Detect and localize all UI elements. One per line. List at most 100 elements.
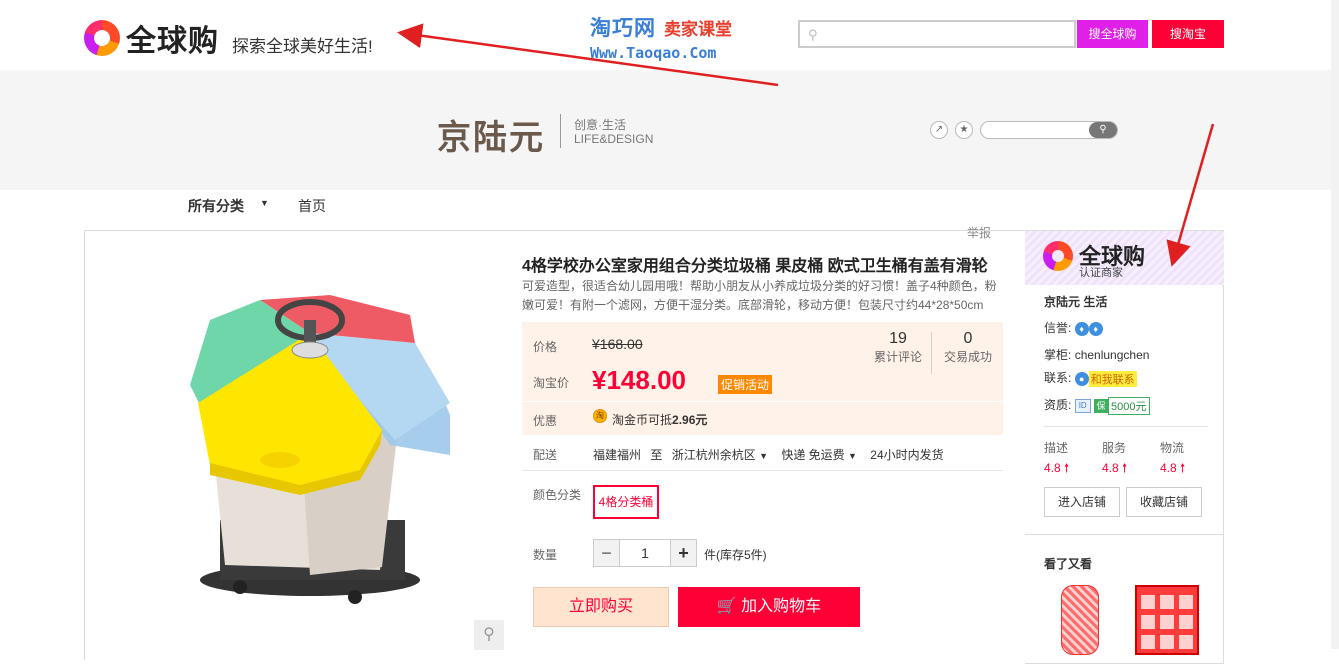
color-label: 颜色分类 [533, 488, 582, 502]
product-subtitle: 可爱造型，很适合幼儿园用哦！帮助小朋友从小养成垃圾分类的好习惯！盖子4种颜色，粉… [522, 279, 997, 312]
shipping-label: 配送 [533, 448, 558, 462]
quantity-input[interactable]: 1 [620, 539, 670, 567]
reviews-count: 19 [889, 330, 907, 347]
add-to-cart-button[interactable]: 🛒 加入购物车 [678, 587, 860, 627]
search-icon: ⚲ [808, 27, 818, 42]
quantity-increase-button[interactable]: + [670, 539, 697, 567]
keeper-row: 掌柜: chenlungchen [1044, 346, 1149, 363]
share-icon[interactable]: ↗ [930, 121, 948, 139]
rating-logistics-label: 物流 [1160, 441, 1185, 455]
chevron-down-icon: ▼ [848, 451, 857, 461]
reviews-label: 累计评论 [874, 350, 923, 364]
credit-badge-icon[interactable]: ♦ [1074, 321, 1089, 336]
favorite-store-button[interactable]: 收藏店铺 [1126, 487, 1202, 517]
ship-to-select[interactable]: 浙江杭州余杭区 ▼ [672, 448, 768, 462]
ship-from: 福建福州 [593, 448, 642, 462]
deposit-amount[interactable]: 5000元 [1108, 396, 1150, 415]
rating-service-value: 4.8 [1102, 461, 1119, 475]
shipping-divider [522, 470, 1003, 471]
see-also-title: 看了又看 [1044, 557, 1093, 571]
chevron-down-icon[interactable]: ▼ [260, 198, 269, 208]
rating-logistics: 物流 4.8 🠕 [1160, 439, 1185, 480]
coin-text: 淘金币可抵 [612, 413, 673, 427]
rating-service-label: 服务 [1102, 441, 1127, 455]
add-cart-label: 加入购物车 [741, 598, 822, 615]
rating-desc-label: 描述 [1044, 441, 1069, 455]
seller-header: 全球购 认证商家 [1025, 231, 1224, 285]
star-icon[interactable]: ★ [955, 121, 973, 139]
store-search-input[interactable]: ⚲ [980, 121, 1118, 139]
watermark-url: Www.Taoqao.Com [590, 44, 717, 62]
nav-home[interactable]: 首页 [298, 196, 326, 216]
zoom-icon[interactable]: ⚲ [474, 620, 504, 650]
search-global-button[interactable]: 搜全球购 [1077, 20, 1148, 48]
ship-time: 24小时内发货 [870, 448, 944, 462]
scrollbar[interactable] [1331, 0, 1339, 649]
nav-all-categories[interactable]: 所有分类 [188, 196, 244, 216]
chat-icon[interactable]: ● [1074, 371, 1089, 386]
arrow-up-icon: 🠕 [1064, 461, 1070, 475]
deposit-icon[interactable]: 保 [1094, 398, 1109, 413]
seller-logo-sub: 认证商家 [1079, 267, 1123, 279]
color-option[interactable]: 4格分类桶 [593, 485, 659, 519]
stock-text: 件(库存5件) [704, 548, 767, 562]
chevron-down-icon: ▼ [759, 451, 768, 461]
store-banner: 京陆元 创意·生活 LIFE&DESIGN ↗ ★ ⚲ [0, 70, 1339, 190]
arrow-up-icon: 🠕 [1122, 461, 1128, 475]
product-title: 4格学校办公室家用组合分类垃圾桶 果皮桶 欧式卫生桶有盖有滑轮 [522, 258, 988, 275]
credit-badge-icon[interactable]: ♦ [1088, 321, 1103, 336]
ship-to-word: 至 [650, 448, 663, 462]
rating-service: 服务 4.8 🠕 [1102, 439, 1127, 480]
promo-badge[interactable]: 促销活动 [718, 375, 773, 394]
ship-method-select[interactable]: 快递 免运费 ▼ [781, 448, 857, 462]
search-taobao-button[interactable]: 搜淘宝 [1152, 20, 1224, 48]
store-tagline-en: LIFE&DESIGN [574, 132, 654, 146]
contact-label: 联系: [1044, 371, 1072, 385]
global-logo[interactable]: 全球购 [84, 16, 219, 60]
contact-button[interactable]: 和我联系 [1088, 370, 1137, 387]
slogan: 探索全球美好生活! [232, 37, 373, 56]
credit-row: 信誉: ♦ ♦ [1044, 319, 1103, 336]
top-search-input[interactable]: ⚲ [798, 20, 1076, 48]
price-label: 价格 [533, 340, 558, 354]
keeper-name[interactable]: chenlungchen [1075, 348, 1150, 362]
global-logo-icon [84, 20, 120, 56]
keeper-label: 掌柜: [1044, 348, 1072, 362]
sales-label: 交易成功 [944, 350, 993, 364]
see-also-thumb[interactable] [1135, 585, 1199, 655]
rating-logistics-value: 4.8 [1160, 461, 1177, 475]
see-also-thumb[interactable] [1061, 585, 1099, 655]
price-box: 价格 ¥168.00 淘宝价 ¥148.00 促销活动 19 累计评论 0 交易… [522, 322, 1003, 435]
stat-divider [931, 332, 932, 374]
sales-stat: 0 交易成功 [944, 330, 992, 365]
store-tagline: 创意·生活 [574, 118, 626, 132]
quantity-label: 数量 [533, 548, 558, 562]
product-image[interactable] [150, 275, 480, 615]
enter-store-button[interactable]: 进入店铺 [1044, 487, 1120, 517]
logo-text: 全球购 [126, 25, 219, 58]
store-name[interactable]: 京陆元 [437, 110, 545, 159]
qualification-label: 资质: [1044, 398, 1072, 412]
buy-now-button[interactable]: 立即购买 [533, 587, 669, 627]
id-card-icon[interactable]: ID [1074, 398, 1091, 413]
credit-label: 信誉: [1044, 321, 1072, 335]
see-also-panel: 看了又看 [1025, 534, 1224, 664]
original-price: ¥168.00 [592, 336, 643, 352]
store-search-icon[interactable]: ⚲ [1089, 122, 1117, 138]
cart-icon: 🛒 [716, 598, 737, 615]
ship-method: 快递 免运费 [781, 448, 845, 462]
reviews-stat[interactable]: 19 累计评论 [874, 330, 922, 365]
quantity-decrease-button[interactable]: − [593, 539, 620, 567]
contact-row: 联系: ● 和我联系 [1044, 369, 1137, 387]
watermark: 淘巧网 卖家课堂 Www.Taoqao.Com [590, 12, 760, 62]
coin-icon: 淘 [593, 409, 607, 423]
global-logo-icon [1043, 241, 1073, 271]
ship-to: 浙江杭州余杭区 [671, 448, 756, 462]
current-price: ¥148.00 [592, 365, 686, 395]
watermark-cn: 淘巧网 [590, 17, 656, 40]
price-divider [522, 401, 1003, 402]
coin-discount: 淘金币可抵2.96元 [612, 411, 707, 428]
seller-shop-name[interactable]: 京陆元 生活 [1044, 293, 1107, 310]
arrow-up-icon: 🠕 [1180, 461, 1186, 475]
discount-label: 优惠 [533, 414, 558, 428]
